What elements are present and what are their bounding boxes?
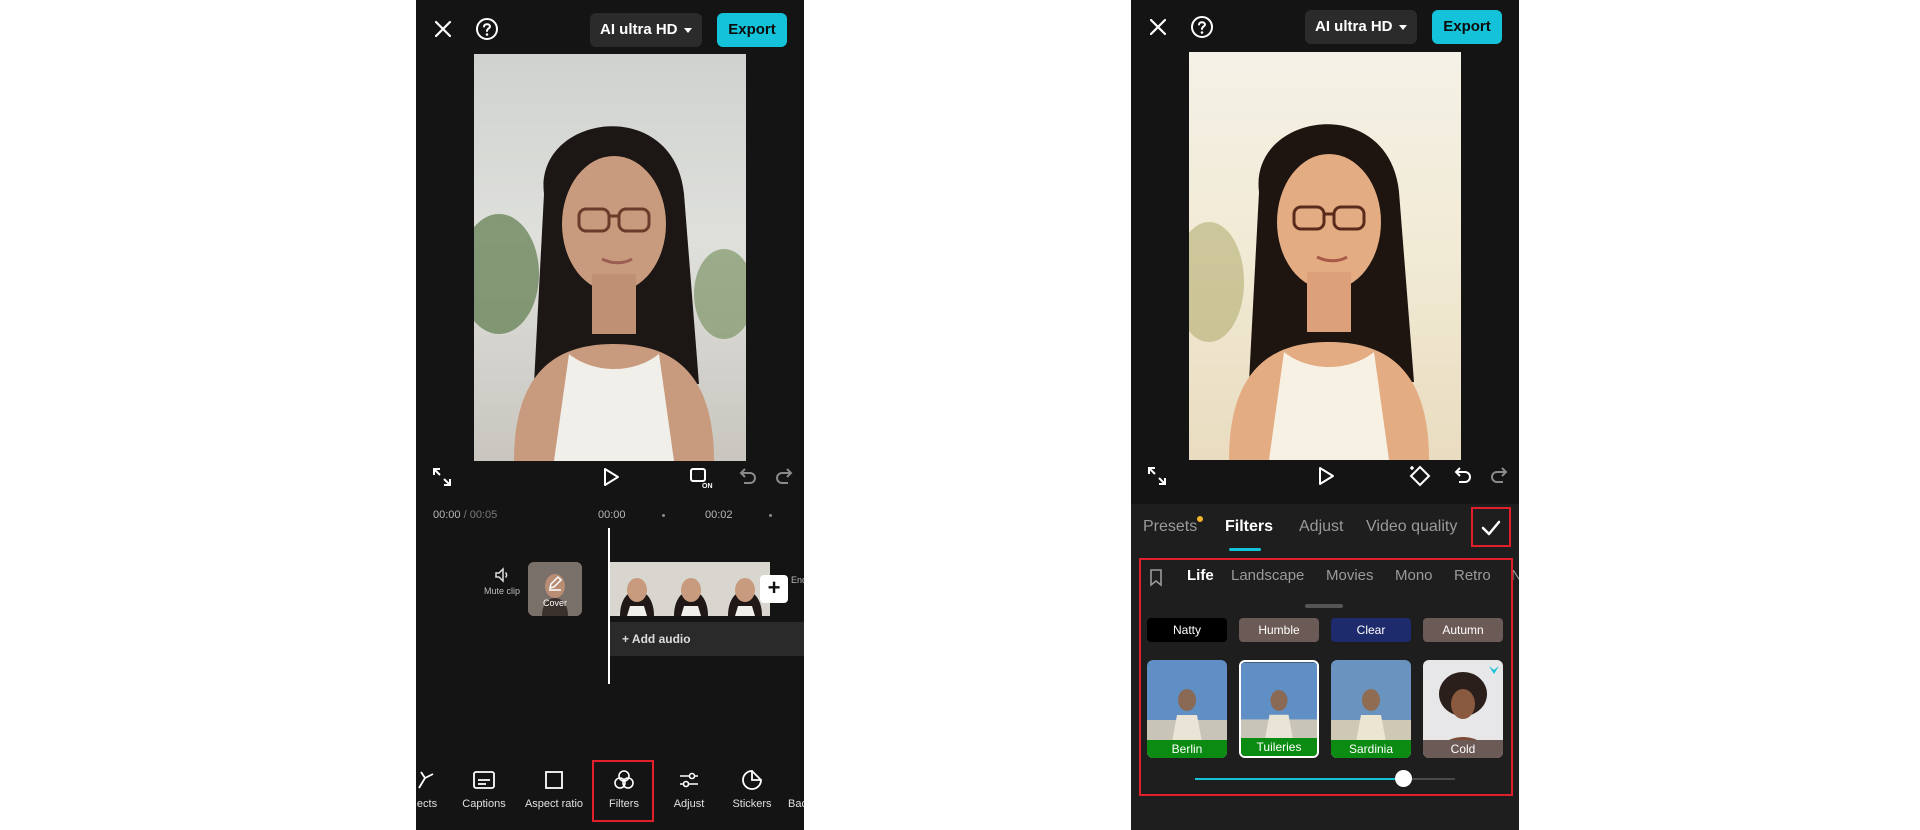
total-time: / 00:05 [460,509,498,521]
plus-icon: + [622,632,632,646]
video-preview [1189,52,1461,460]
filters-highlight-box [592,760,654,822]
preview-controls [1131,461,1519,491]
new-badge-dot [1197,516,1203,522]
cover-button[interactable]: Cover [528,562,582,616]
add-audio-button[interactable]: + Add audio [610,622,804,656]
add-audio-label: Add audio [631,632,691,646]
play-icon[interactable] [1312,463,1338,489]
tool-background[interactable]: Bac [788,768,804,810]
redo-icon[interactable] [772,464,798,490]
tool-label: Adjust [673,798,705,810]
fullscreen-icon[interactable] [429,464,455,490]
video-preview [474,54,746,461]
ruler-dot [662,514,665,517]
effects-icon [418,771,434,789]
edit-icon [548,575,563,591]
background-icon [790,771,804,789]
svg-text:ON: ON [702,483,713,490]
current-time: 00:00 [433,509,461,521]
tool-label: ects [416,798,438,810]
filter-panel-highlight-box [1139,558,1513,796]
speaker-icon [495,567,508,583]
tab-adjust[interactable]: Adjust [1299,518,1343,536]
cover-label: Cover [542,598,567,608]
adjust-icon [680,772,698,788]
top-bar: AI ultra HD Export [416,0,804,58]
preview-controls: ON [416,462,804,492]
clip-thumbnails [610,562,770,616]
top-bar: AI ultra HD Export [1131,0,1519,58]
tab-filters[interactable]: Filters [1225,518,1273,536]
filter-panel: Life Landscape Movies Mono Retro N Natty… [1131,552,1519,830]
captions-icon [473,771,495,789]
tool-captions[interactable]: Captions [454,768,514,810]
tool-effects[interactable]: ects [416,768,442,810]
tool-label: Aspect ratio [524,798,584,810]
redo-icon[interactable] [1487,463,1513,489]
quality-dropdown[interactable]: AI ultra HD [590,13,702,47]
tool-stickers[interactable]: Stickers [724,768,780,810]
tool-label: Bac [788,798,804,810]
stickers-icon [742,770,762,790]
chevron-down-icon [1398,24,1407,30]
close-icon[interactable] [430,16,456,42]
tool-label: Captions [462,798,506,810]
quality-label: AI ultra HD [600,21,678,38]
ruler-tick-label: 00:00 [598,509,626,521]
export-button[interactable]: Export [1432,10,1502,44]
active-tab-indicator [1229,548,1261,551]
ruler-dot [769,514,772,517]
confirm-highlight-box [1471,507,1511,547]
undo-icon[interactable] [1449,463,1475,489]
mute-clip-button[interactable]: Mute clip [484,566,520,596]
play-icon[interactable] [597,464,623,490]
help-icon[interactable] [1189,14,1215,40]
edit-tabs: Presets Filters Adjust Video quality [1131,504,1519,552]
keyframe-icon[interactable] [1407,463,1433,489]
portrait-image [474,54,746,461]
chevron-down-icon [683,27,692,33]
ruler-tick-label: 00:02 [705,509,733,521]
editor-screen-left: AI ultra HD Export ON 00:00 / 00:05 00:0… [416,0,804,830]
help-icon[interactable] [474,16,500,42]
undo-icon[interactable] [734,464,760,490]
add-clip-button[interactable]: + [760,575,788,603]
tab-presets[interactable]: Presets [1143,518,1197,536]
end-label: Enc [791,575,804,585]
original-audio-on-icon[interactable]: ON [688,464,714,490]
export-button[interactable]: Export [717,13,787,47]
fullscreen-icon[interactable] [1144,463,1170,489]
playhead[interactable] [608,528,610,684]
tool-label: Stickers [732,798,772,810]
quality-dropdown[interactable]: AI ultra HD [1305,10,1417,44]
tool-aspect-ratio[interactable]: Aspect ratio [516,768,592,810]
video-clip-track[interactable] [610,562,770,616]
portrait-image-filtered [1189,52,1461,460]
editor-screen-right: AI ultra HD Export Presets Filters Adjus… [1131,0,1519,830]
tab-video-quality[interactable]: Video quality [1366,518,1457,536]
mute-clip-label: Mute clip [484,586,521,596]
timecode: 00:00 / 00:05 [433,509,497,521]
quality-label: AI ultra HD [1315,18,1393,35]
aspect-ratio-icon [545,771,563,789]
tool-adjust[interactable]: Adjust [661,768,717,810]
close-icon[interactable] [1145,14,1171,40]
